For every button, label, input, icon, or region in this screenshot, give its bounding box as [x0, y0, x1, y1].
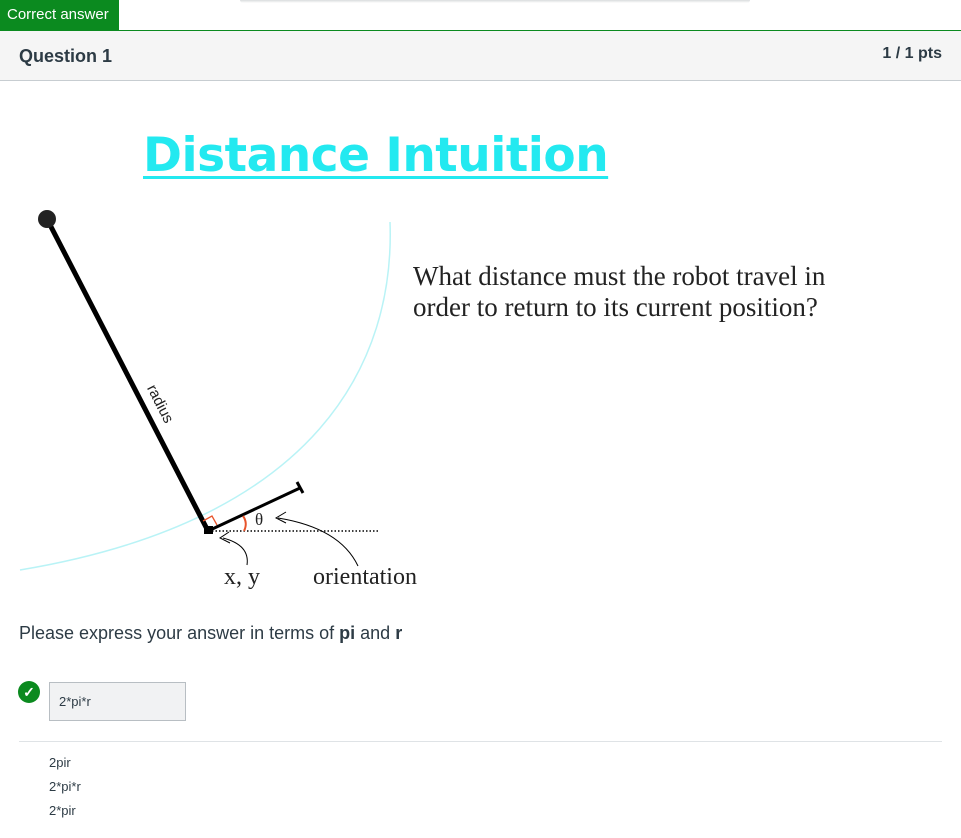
term-r: r	[395, 623, 403, 643]
robot-body	[204, 526, 213, 534]
other-answer: 2*pi*r	[49, 779, 81, 794]
orientation-label: orientation	[313, 564, 417, 590]
theta-label: θ	[255, 510, 264, 529]
instruction-text: Please express your answer in terms of p…	[19, 623, 403, 643]
other-answer: 2pir	[49, 755, 71, 770]
checkmark-icon: ✓	[18, 681, 40, 703]
divider	[19, 741, 942, 742]
radius-line	[44, 216, 211, 534]
term-pi: pi	[339, 623, 356, 643]
heading-line	[207, 486, 301, 533]
slide-question: What distance must the robot travel in o…	[413, 261, 826, 322]
orientation-arrow	[277, 517, 359, 567]
other-answer: 2*pir	[49, 803, 76, 818]
xy-label: x, y	[224, 564, 260, 590]
theta-arc	[242, 515, 247, 532]
xy-arrow	[222, 537, 248, 566]
answer-field[interactable]: 2*pi*r	[49, 682, 186, 721]
center-point	[38, 210, 56, 228]
